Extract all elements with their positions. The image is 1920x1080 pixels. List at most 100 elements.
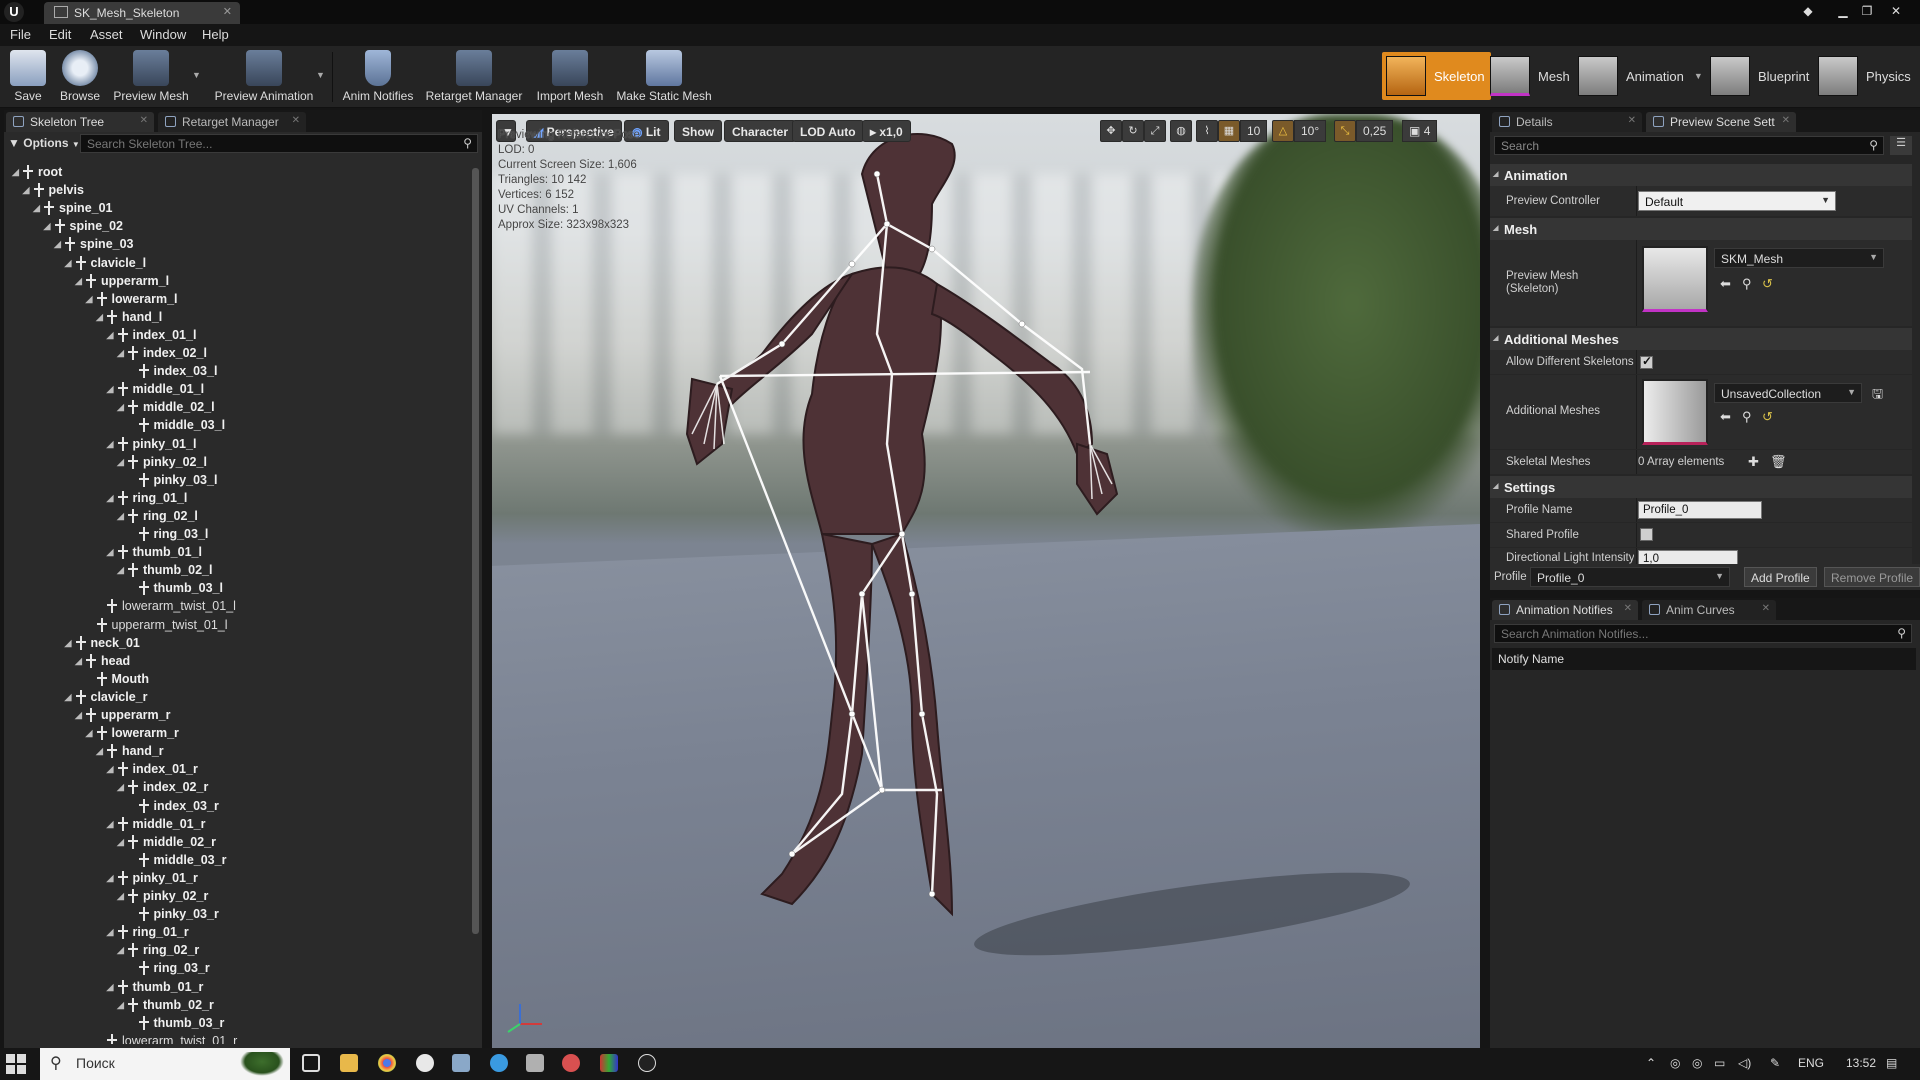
grid-snap-icon[interactable]: ▦ bbox=[1218, 120, 1240, 142]
notification-icon[interactable]: ◆ bbox=[1797, 0, 1819, 24]
expand-arrow-icon[interactable]: ◢ bbox=[107, 330, 114, 341]
game-app-icon[interactable] bbox=[562, 1054, 580, 1072]
close-retarget-manager-tab-icon[interactable]: ✕ bbox=[292, 115, 300, 126]
expand-arrow-icon[interactable]: ◢ bbox=[107, 547, 114, 558]
add-element-icon[interactable]: ✚ bbox=[1748, 454, 1759, 470]
expand-arrow-icon[interactable]: ◢ bbox=[117, 837, 124, 848]
profile-dropdown[interactable]: Profile_0 ▼ bbox=[1530, 567, 1730, 587]
expand-arrow-icon[interactable]: ◢ bbox=[86, 728, 93, 739]
volume-icon[interactable]: ◁) bbox=[1738, 1056, 1751, 1070]
clock[interactable]: 13:52 bbox=[1846, 1056, 1876, 1070]
minimize-button[interactable]: ▁ bbox=[1832, 0, 1854, 24]
menu-help[interactable]: Help bbox=[202, 27, 229, 42]
show-hidden-icons-icon[interactable]: ⌃ bbox=[1646, 1056, 1656, 1070]
mode-blueprint-button[interactable]: Blueprint bbox=[1710, 52, 1809, 100]
close-preview-scene-tab-icon[interactable]: ✕ bbox=[1782, 115, 1790, 126]
expand-arrow-icon[interactable]: ◢ bbox=[117, 565, 124, 576]
save-collection-icon[interactable]: 🖫 bbox=[1872, 385, 1883, 407]
file-explorer-icon[interactable] bbox=[340, 1054, 358, 1072]
expand-arrow-icon[interactable]: ◢ bbox=[117, 1000, 124, 1011]
animation-mode-dropdown-icon[interactable]: ▼ bbox=[1694, 71, 1703, 81]
bone-row[interactable]: ◢ pinky_02_l bbox=[4, 454, 470, 472]
bone-row[interactable]: ◢ ring_01_l bbox=[4, 490, 470, 508]
close-skeleton-tree-tab-icon[interactable]: ✕ bbox=[140, 115, 148, 126]
winrar-icon[interactable] bbox=[600, 1054, 618, 1072]
close-window-button[interactable]: ✕ bbox=[1885, 0, 1907, 24]
scale-snap-value[interactable]: 0,25 bbox=[1356, 120, 1394, 142]
rotation-snap-icon[interactable]: △ bbox=[1272, 120, 1294, 142]
expand-arrow-icon[interactable]: ◢ bbox=[117, 891, 124, 902]
profile-name-input[interactable]: Profile_0 bbox=[1638, 501, 1762, 519]
mode-mesh-button[interactable]: Mesh bbox=[1490, 52, 1570, 100]
bone-row[interactable]: ◢ pinky_02_r bbox=[4, 888, 470, 906]
bone-row[interactable]: ◢ hand_r bbox=[4, 743, 470, 761]
bone-row[interactable]: ◢ lowerarm_r bbox=[4, 725, 470, 743]
expand-arrow-icon[interactable]: ◢ bbox=[117, 457, 124, 468]
close-details-tab-icon[interactable]: ✕ bbox=[1628, 115, 1636, 126]
scale-icon[interactable]: ⤢ bbox=[1144, 120, 1166, 142]
close-anim-curves-tab-icon[interactable]: ✕ bbox=[1762, 603, 1770, 614]
tab-skeleton-tree[interactable]: Skeleton Tree ✕ bbox=[6, 112, 154, 132]
reset-to-default-icon[interactable]: ↺ bbox=[1762, 409, 1773, 425]
allow-different-skeletons-checkbox[interactable] bbox=[1640, 354, 1653, 369]
bone-row[interactable]: lowerarm_twist_01_l bbox=[4, 598, 470, 616]
additional-meshes-dropdown[interactable]: UnsavedCollection ▼ bbox=[1714, 383, 1862, 403]
bone-row[interactable]: ◢ head bbox=[4, 653, 470, 671]
bone-row[interactable]: ◢ upperarm_l bbox=[4, 273, 470, 291]
notifications-icon[interactable]: ▤ bbox=[1886, 1056, 1897, 1070]
section-mesh[interactable]: Mesh bbox=[1490, 218, 1912, 240]
preview-mesh-thumbnail[interactable] bbox=[1642, 246, 1708, 312]
expand-arrow-icon[interactable]: ◢ bbox=[107, 927, 114, 938]
search-icon[interactable]: ⚲ bbox=[463, 136, 472, 150]
bone-row[interactable]: ◢ neck_01 bbox=[4, 635, 470, 653]
mode-physics-button[interactable]: Physics bbox=[1818, 52, 1911, 100]
delete-icon[interactable]: 🗑 bbox=[1770, 454, 1787, 470]
browse-button[interactable]: Browse bbox=[56, 48, 104, 106]
expand-arrow-icon[interactable]: ◢ bbox=[96, 746, 103, 757]
bone-row[interactable]: ◢ lowerarm_l bbox=[4, 291, 470, 309]
expand-arrow-icon[interactable]: ◢ bbox=[107, 384, 114, 395]
reset-to-default-icon[interactable]: ↺ bbox=[1762, 276, 1773, 292]
maximize-button[interactable]: ❐ bbox=[1856, 0, 1878, 24]
expand-arrow-icon[interactable]: ◢ bbox=[117, 402, 124, 413]
expand-arrow-icon[interactable]: ◢ bbox=[86, 294, 93, 305]
expand-arrow-icon[interactable]: ◢ bbox=[65, 638, 72, 649]
preview-controller-dropdown[interactable]: Default ▼ bbox=[1638, 191, 1836, 211]
bone-row[interactable]: ◢ middle_02_r bbox=[4, 834, 470, 852]
expand-arrow-icon[interactable]: ◢ bbox=[107, 764, 114, 775]
notifies-search-input[interactable]: Search Animation Notifies... ⚲ bbox=[1494, 624, 1912, 643]
shared-profile-checkbox[interactable] bbox=[1640, 528, 1653, 541]
telegram-icon[interactable] bbox=[490, 1054, 508, 1072]
bone-row[interactable]: Mouth bbox=[4, 671, 470, 689]
expand-arrow-icon[interactable]: ◢ bbox=[117, 348, 124, 359]
view-options-icon[interactable]: ☰ bbox=[1890, 136, 1912, 155]
bone-row[interactable]: ◢ pinky_01_l bbox=[4, 436, 470, 454]
expand-arrow-icon[interactable]: ◢ bbox=[23, 185, 30, 196]
bone-row[interactable]: index_03_l bbox=[4, 363, 470, 381]
bone-row[interactable]: ◢ index_02_l bbox=[4, 345, 470, 363]
yandex-browser-icon[interactable] bbox=[416, 1054, 434, 1072]
tray-app-icon[interactable]: ◎ bbox=[1692, 1056, 1702, 1070]
expand-arrow-icon[interactable]: ◢ bbox=[44, 221, 51, 232]
skeleton-tree-scrollbar[interactable] bbox=[472, 168, 479, 934]
expand-arrow-icon[interactable]: ◢ bbox=[107, 982, 114, 993]
tab-anim-curves[interactable]: Anim Curves ✕ bbox=[1642, 600, 1776, 620]
bone-row[interactable]: pinky_03_l bbox=[4, 472, 470, 490]
bone-row[interactable]: ◢ thumb_02_r bbox=[4, 997, 470, 1015]
menu-edit[interactable]: Edit bbox=[49, 27, 71, 42]
expand-arrow-icon[interactable]: ◢ bbox=[65, 692, 72, 703]
scale-snap-icon[interactable]: ⤡ bbox=[1334, 120, 1356, 142]
expand-arrow-icon[interactable]: ◢ bbox=[33, 203, 40, 214]
bone-row[interactable]: ◢ thumb_01_r bbox=[4, 979, 470, 997]
bone-row[interactable]: ◢ index_01_l bbox=[4, 327, 470, 345]
expand-arrow-icon[interactable]: ◢ bbox=[75, 710, 82, 721]
section-additional-meshes[interactable]: Additional Meshes bbox=[1490, 328, 1912, 350]
bone-row[interactable]: upperarm_twist_01_l bbox=[4, 617, 470, 635]
anim-notifies-button[interactable]: Anim Notifies bbox=[340, 48, 416, 106]
tab-preview-scene-settings[interactable]: Preview Scene Sett ✕ bbox=[1646, 112, 1796, 132]
bone-row[interactable]: ◢ upperarm_r bbox=[4, 707, 470, 725]
preview-mesh-dropdown-icon[interactable]: ▼ bbox=[192, 70, 201, 80]
bone-row[interactable]: ◢ clavicle_l bbox=[4, 255, 470, 273]
playback-speed-button[interactable]: ▸ x1,0 bbox=[862, 120, 911, 142]
expand-arrow-icon[interactable]: ◢ bbox=[117, 945, 124, 956]
